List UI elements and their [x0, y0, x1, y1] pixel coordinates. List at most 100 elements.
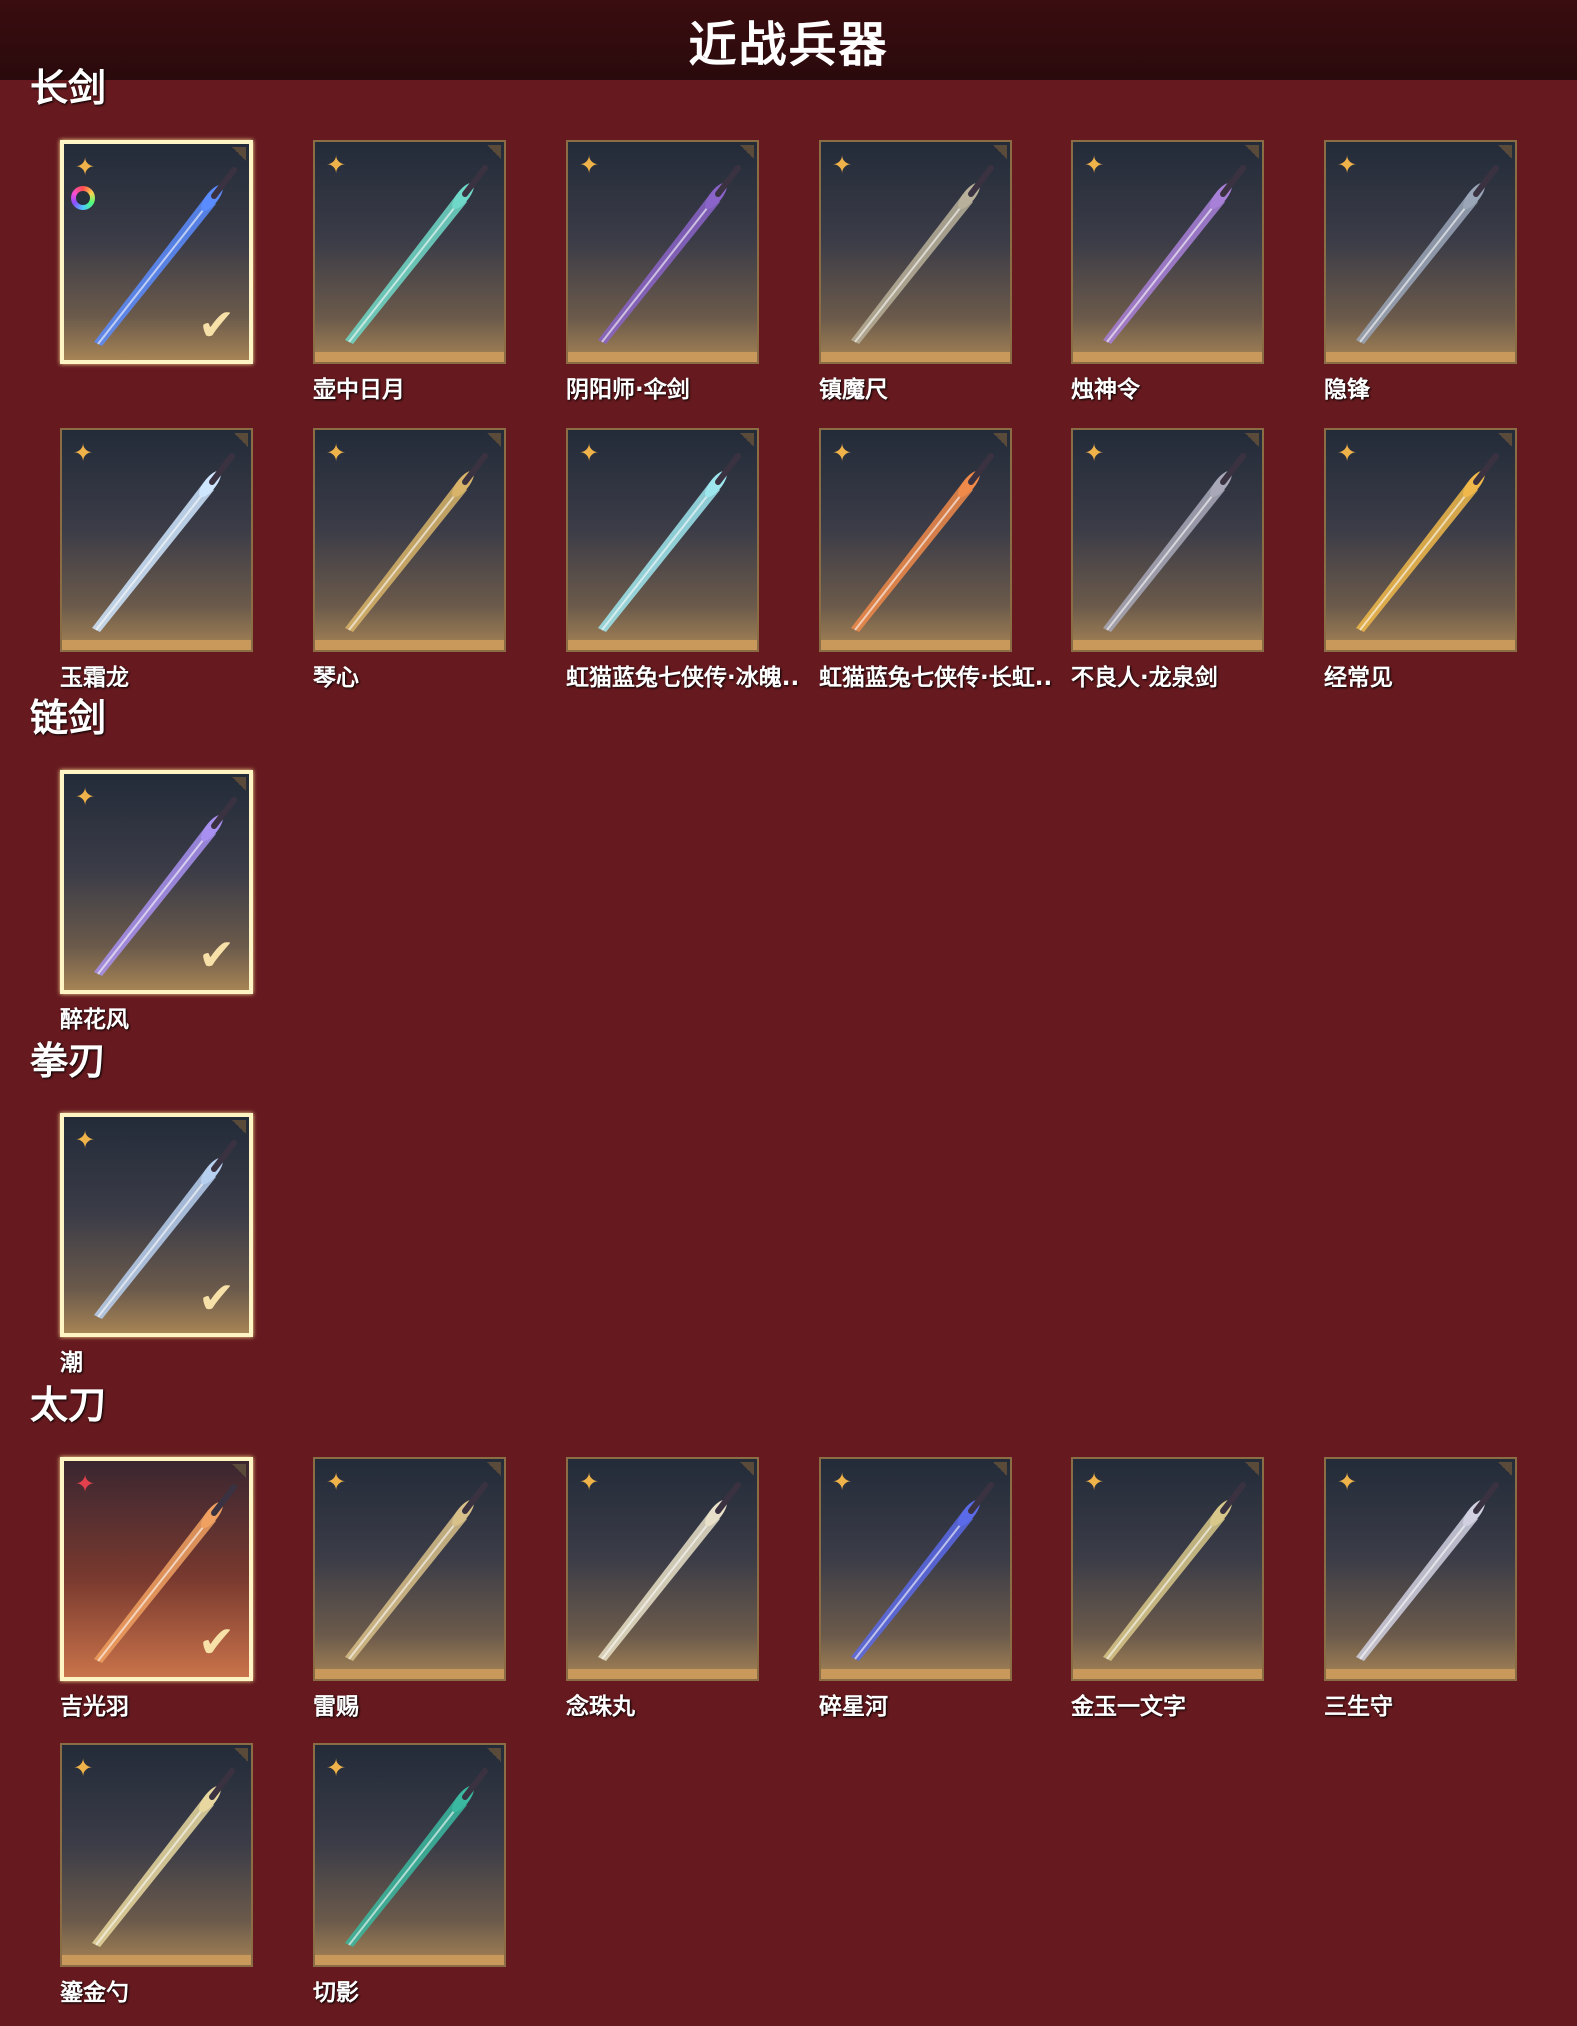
- weapon-image: [598, 1482, 741, 1661]
- card-bottom-strip: [1326, 352, 1515, 362]
- weapon-image: [598, 453, 741, 632]
- rainbow-ring-icon: [71, 186, 95, 210]
- weapon-card[interactable]: ✦ 壶中日月: [313, 140, 506, 403]
- four-point-star-icon: ✦: [578, 1468, 600, 1496]
- weapon-card[interactable]: ✦ ✔ 吉光羽: [60, 1457, 253, 1720]
- corner-tag-icon: [1245, 145, 1259, 159]
- weapon-name: 虹猫蓝兔七侠传·冰魄..: [566, 665, 800, 691]
- four-point-star-icon: ✦: [1083, 439, 1105, 467]
- weapon-frame: ✦ ✔: [60, 140, 253, 364]
- weapon-name: 不良人·龙泉剑: [1071, 665, 1218, 691]
- weapon-card[interactable]: ✦ 虹猫蓝兔七侠传·长虹..: [819, 428, 1052, 691]
- weapon-card[interactable]: ✦ 鎏金勺: [60, 1743, 253, 2006]
- weapon-frame: ✦: [1324, 140, 1517, 364]
- weapon-card[interactable]: ✦ 雷赐: [313, 1457, 506, 1720]
- card-bottom-strip: [821, 1669, 1010, 1679]
- weapon-image: [1356, 453, 1499, 632]
- section-title: 太刀: [30, 1383, 107, 1427]
- card-bottom-strip: [62, 640, 251, 650]
- check-icon: ✔: [198, 300, 235, 351]
- corner-tag-icon: [740, 145, 754, 159]
- weapon-card[interactable]: ✦ 碎星河: [819, 1457, 1012, 1720]
- weapon-image: [345, 1768, 488, 1947]
- four-point-star-icon: ✦: [74, 1470, 96, 1498]
- weapon-frame: ✦: [313, 140, 506, 364]
- weapon-card[interactable]: ✦ 玉霜龙: [60, 428, 253, 691]
- four-point-star-icon: ✦: [72, 439, 94, 467]
- weapon-card[interactable]: ✦ 隐锋: [1324, 140, 1517, 403]
- weapon-name: 烛神令: [1071, 377, 1140, 403]
- weapon-card[interactable]: ✦ 三生守: [1324, 1457, 1517, 1720]
- weapon-image: [92, 453, 235, 632]
- four-point-star-icon: ✦: [325, 1468, 347, 1496]
- weapon-card[interactable]: ✦ 阴阳师·伞剑: [566, 140, 759, 403]
- corner-tag-icon: [232, 777, 246, 791]
- weapon-card[interactable]: ✦ 虹猫蓝兔七侠传·冰魄..: [566, 428, 799, 691]
- corner-tag-icon: [487, 145, 501, 159]
- weapon-name: 雷赐: [313, 1694, 359, 1720]
- weapon-image: [1103, 453, 1246, 632]
- weapon-card[interactable]: ✦ 切影: [313, 1743, 506, 2006]
- card-bottom-strip: [1073, 1669, 1262, 1679]
- weapon-image: [851, 165, 994, 344]
- four-point-star-icon: ✦: [1336, 151, 1358, 179]
- check-icon: ✔: [198, 930, 235, 981]
- four-point-star-icon: ✦: [72, 1754, 94, 1782]
- card-bottom-strip: [821, 640, 1010, 650]
- corner-tag-icon: [740, 433, 754, 447]
- weapon-card[interactable]: ✦ 经常见: [1324, 428, 1517, 691]
- weapon-frame: ✦: [60, 1743, 253, 1967]
- weapon-name: 镇魔尺: [819, 377, 888, 403]
- corner-tag-icon: [1498, 1462, 1512, 1476]
- weapon-frame: ✦: [819, 1457, 1012, 1681]
- weapon-frame: ✦: [313, 1743, 506, 1967]
- corner-tag-icon: [993, 433, 1007, 447]
- weapon-name: 琴心: [313, 665, 359, 691]
- weapon-card[interactable]: ✦ 念珠丸: [566, 1457, 759, 1720]
- corner-tag-icon: [234, 433, 248, 447]
- weapon-name: 金玉一文字: [1071, 1694, 1186, 1720]
- weapon-name: 鎏金勺: [60, 1980, 129, 2006]
- card-bottom-strip: [821, 352, 1010, 362]
- weapon-name: 三生守: [1324, 1694, 1393, 1720]
- weapon-name: 虹猫蓝兔七侠传·长虹..: [819, 665, 1053, 691]
- weapon-image: [345, 453, 488, 632]
- corner-tag-icon: [993, 1462, 1007, 1476]
- four-point-star-icon: ✦: [74, 783, 96, 811]
- weapon-card[interactable]: ✦ ✔: [60, 140, 253, 364]
- weapon-image: [1356, 165, 1499, 344]
- weapon-name: 念珠丸: [566, 1694, 635, 1720]
- weapon-card[interactable]: ✦ 烛神令: [1071, 140, 1264, 403]
- four-point-star-icon: ✦: [831, 1468, 853, 1496]
- corner-tag-icon: [993, 145, 1007, 159]
- weapon-image: [345, 1482, 488, 1661]
- page-title: 近战兵器: [688, 17, 889, 73]
- section-title: 长剑: [30, 66, 107, 110]
- weapon-card[interactable]: ✦ 镇魔尺: [819, 140, 1012, 403]
- card-bottom-strip: [1073, 352, 1262, 362]
- weapon-frame: ✦: [313, 428, 506, 652]
- weapon-frame: ✦: [566, 1457, 759, 1681]
- card-bottom-strip: [1326, 1669, 1515, 1679]
- weapon-name: 壶中日月: [313, 377, 405, 403]
- weapon-name: 阴阳师·伞剑: [566, 377, 690, 403]
- weapon-card[interactable]: ✦ ✔ 潮: [60, 1113, 253, 1376]
- weapon-name: 隐锋: [1324, 377, 1370, 403]
- four-point-star-icon: ✦: [74, 153, 96, 181]
- section-title: 链剑: [30, 696, 107, 740]
- weapon-name: 醉花风: [60, 1007, 129, 1033]
- corner-tag-icon: [232, 147, 246, 161]
- weapon-frame: ✦: [1071, 1457, 1264, 1681]
- card-bottom-strip: [62, 1955, 251, 1965]
- weapon-card[interactable]: ✦ 琴心: [313, 428, 506, 691]
- weapon-card[interactable]: ✦ 金玉一文字: [1071, 1457, 1264, 1720]
- four-point-star-icon: ✦: [325, 151, 347, 179]
- weapon-image: [598, 165, 741, 344]
- weapon-name: 碎星河: [819, 1694, 888, 1720]
- weapon-image: [1103, 165, 1246, 344]
- four-point-star-icon: ✦: [1083, 151, 1105, 179]
- weapon-card[interactable]: ✦ ✔ 醉花风: [60, 770, 253, 1033]
- weapon-card[interactable]: ✦ 不良人·龙泉剑: [1071, 428, 1264, 691]
- weapon-image: [92, 1768, 235, 1947]
- card-bottom-strip: [568, 352, 757, 362]
